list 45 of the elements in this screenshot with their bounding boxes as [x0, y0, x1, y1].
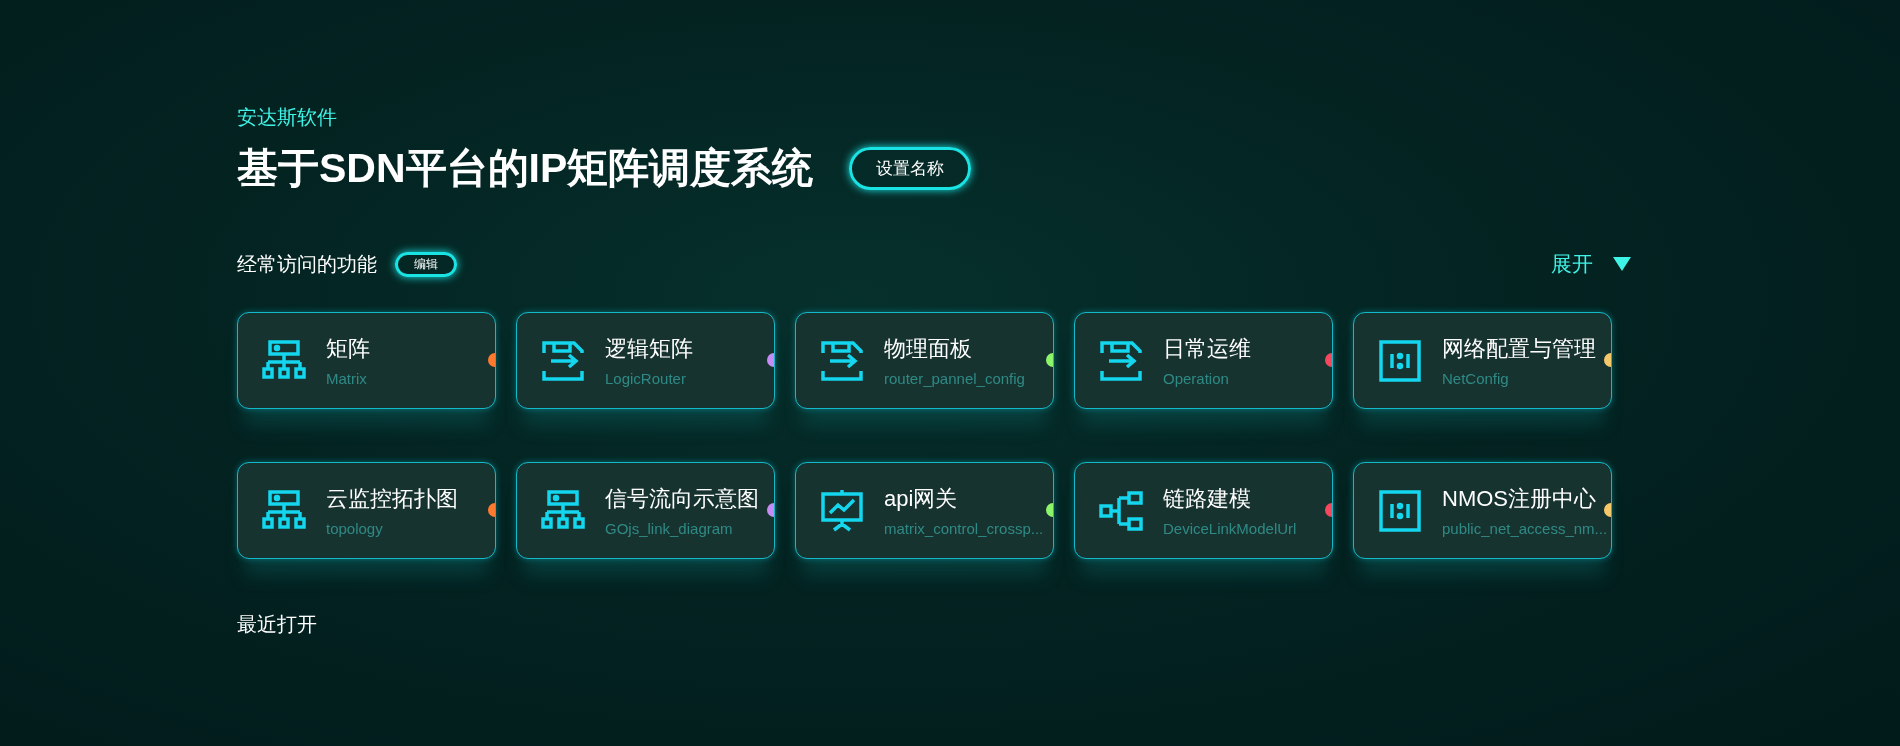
function-code: matrix_control_crossp...: [884, 520, 1044, 537]
function-card[interactable]: 矩阵 Matrix: [237, 312, 496, 409]
transfer-icon: [1099, 338, 1143, 383]
function-name: 信号流向示意图: [605, 485, 759, 513]
transfer-icon: [541, 338, 585, 383]
ratio-icon: [1378, 338, 1422, 383]
function-name: 云监控拓扑图: [326, 485, 458, 513]
function-name: 逻辑矩阵: [605, 335, 693, 363]
function-card[interactable]: 信号流向示意图 GOjs_link_diagram: [516, 462, 775, 559]
function-card[interactable]: 逻辑矩阵 LogicRouter: [516, 312, 775, 409]
function-code: Operation: [1163, 370, 1230, 387]
edit-button[interactable]: 编辑: [395, 251, 457, 277]
function-card[interactable]: 链路建模 DeviceLinkModelUrl: [1074, 462, 1333, 559]
section-title: 经常访问的功能: [237, 251, 377, 277]
function-card[interactable]: NMOS注册中心 public_net_access_nm...: [1353, 462, 1612, 559]
function-card[interactable]: 网络配置与管理 NetConfig: [1353, 312, 1612, 409]
expand-toggle[interactable]: 展开: [1551, 250, 1631, 278]
function-card[interactable]: api网关 matrix_control_crossp...: [795, 462, 1054, 559]
expand-triangle-icon: [1613, 257, 1631, 271]
company-name: 安达斯软件: [237, 105, 338, 130]
function-code: topology: [326, 520, 384, 537]
function-code: GOjs_link_diagram: [605, 520, 734, 537]
function-name: 日常运维: [1163, 335, 1251, 363]
function-code: public_net_access_nm...: [1442, 520, 1608, 537]
function-name: 物理面板: [884, 335, 973, 363]
presentation-chart-icon: [820, 488, 864, 533]
function-code: DeviceLinkModelUrl: [1163, 520, 1297, 537]
function-code: Matrix: [326, 370, 368, 387]
function-card[interactable]: 物理面板 router_pannel_config: [795, 312, 1054, 409]
tree-branches-icon: [1099, 488, 1143, 533]
function-card[interactable]: 云监控拓扑图 topology: [237, 462, 496, 559]
system-title: 基于SDN平台的IP矩阵调度系统: [237, 144, 814, 193]
function-code: NetConfig: [1442, 370, 1510, 387]
transfer-icon: [820, 338, 864, 383]
function-name: 链路建模: [1163, 485, 1252, 513]
function-code: router_pannel_config: [884, 370, 1025, 387]
function-name: 网络配置与管理: [1442, 335, 1596, 363]
section-title: 最近打开: [237, 612, 317, 637]
function-card[interactable]: 日常运维 Operation: [1074, 312, 1333, 409]
function-name: api网关: [884, 485, 959, 513]
set-name-button[interactable]: 设置名称: [849, 146, 972, 190]
function-name: NMOS注册中心: [1442, 485, 1597, 513]
function-name: 矩阵: [326, 335, 370, 363]
ratio-icon: [1378, 488, 1422, 533]
function-code: LogicRouter: [605, 370, 687, 387]
